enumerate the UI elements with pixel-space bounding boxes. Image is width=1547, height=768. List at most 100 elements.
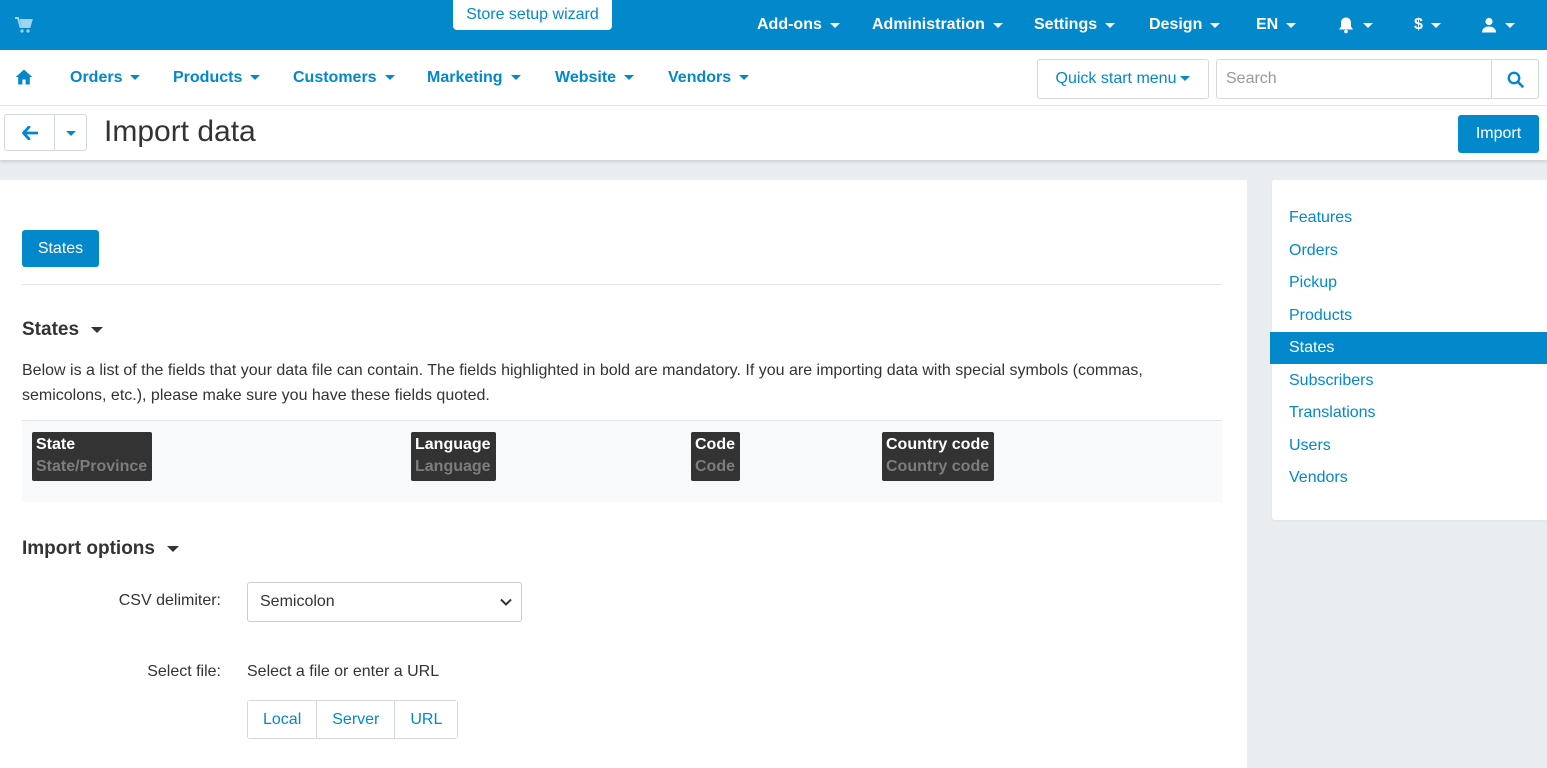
chevron-down-icon bbox=[1210, 22, 1221, 28]
field-alt-name: Code bbox=[695, 458, 735, 475]
chevron-down-icon bbox=[1180, 76, 1191, 82]
field-name: Language bbox=[415, 436, 491, 453]
url-source-button[interactable]: URL bbox=[395, 701, 458, 738]
import-options-toggle[interactable]: Import options bbox=[22, 538, 179, 560]
nav-products-label: Products bbox=[173, 69, 243, 86]
chevron-down-icon bbox=[91, 326, 104, 333]
chevron-down-icon bbox=[624, 75, 635, 81]
field-alt-name: Country code bbox=[886, 458, 990, 475]
field-name: Code bbox=[695, 436, 735, 453]
import-options-title: Import options bbox=[22, 538, 155, 559]
fields-description: Below is a list of the fields that your … bbox=[22, 362, 1143, 404]
field-name: Country code bbox=[886, 436, 990, 453]
csv-delimiter-label: CSV delimiter: bbox=[118, 592, 221, 609]
import-type-sidebar: Features Orders Pickup Products States S… bbox=[1270, 180, 1547, 520]
field-state: State State/Province bbox=[32, 432, 153, 481]
nav-orders[interactable]: Orders bbox=[70, 50, 141, 106]
nav-vendors-label: Vendors bbox=[668, 69, 732, 86]
title-bar: Import data Import bbox=[0, 106, 1547, 160]
sidebar-item-features[interactable]: Features bbox=[1272, 202, 1547, 234]
field-language: Language Language bbox=[411, 432, 496, 481]
back-history-dropdown[interactable] bbox=[54, 114, 87, 151]
chevron-down-icon bbox=[130, 75, 141, 81]
nav-marketing-label: Marketing bbox=[427, 69, 503, 86]
language-menu[interactable]: EN bbox=[1256, 0, 1297, 50]
file-source-group: Local Server URL bbox=[247, 700, 459, 739]
chevron-down-icon bbox=[384, 75, 395, 81]
store-setup-wizard-button[interactable]: Store setup wizard bbox=[453, 0, 612, 30]
csv-delimiter-select[interactable]: Semicolon bbox=[247, 582, 522, 622]
field-alt-name: State/Province bbox=[36, 458, 148, 475]
sidebar-item-products[interactable]: Products bbox=[1272, 300, 1547, 332]
field-alt-name: Language bbox=[415, 458, 491, 475]
design-menu[interactable]: Design bbox=[1149, 0, 1221, 50]
chevron-down-icon bbox=[250, 75, 261, 81]
nav-customers-label: Customers bbox=[293, 69, 377, 86]
sidebar-item-subscribers[interactable]: Subscribers bbox=[1272, 365, 1547, 397]
nav-website-label: Website bbox=[555, 69, 617, 86]
field-country-code: Country code Country code bbox=[882, 432, 995, 481]
search-input[interactable] bbox=[1216, 59, 1492, 99]
chevron-down-icon bbox=[829, 22, 840, 28]
top-bar: Store setup wizard Add-ons Administratio… bbox=[0, 0, 1547, 50]
administration-label: Administration bbox=[872, 16, 985, 33]
page-title: Import data bbox=[104, 115, 256, 148]
quick-start-menu-button[interactable]: Quick start menu bbox=[1037, 59, 1209, 99]
chevron-down-icon bbox=[510, 75, 521, 81]
chevron-down-icon bbox=[1105, 22, 1116, 28]
select-file-label: Select file: bbox=[147, 663, 221, 680]
states-section-toggle[interactable]: States bbox=[22, 319, 104, 341]
sidebar-item-pickup[interactable]: Pickup bbox=[1272, 267, 1547, 299]
chevron-down-icon bbox=[992, 22, 1003, 28]
chevron-down-icon bbox=[1286, 22, 1297, 28]
chevron-down-icon bbox=[1363, 22, 1373, 28]
nav-orders-label: Orders bbox=[70, 69, 123, 86]
cart-icon[interactable] bbox=[14, 15, 34, 35]
nav-website[interactable]: Website bbox=[555, 50, 635, 106]
server-source-button[interactable]: Server bbox=[317, 701, 396, 738]
nav-customers[interactable]: Customers bbox=[293, 50, 395, 106]
chevron-down-icon bbox=[739, 75, 750, 81]
field-name: State bbox=[36, 436, 76, 453]
user-icon bbox=[1482, 17, 1496, 33]
settings-label: Settings bbox=[1034, 16, 1098, 33]
currency-menu[interactable]: $ bbox=[1414, 0, 1441, 50]
states-tab-button[interactable]: States bbox=[22, 230, 99, 267]
sidebar-item-vendors[interactable]: Vendors bbox=[1272, 462, 1547, 494]
home-icon[interactable] bbox=[15, 68, 33, 86]
addons-label: Add-ons bbox=[757, 16, 822, 33]
user-menu[interactable] bbox=[1481, 0, 1515, 50]
back-button[interactable] bbox=[4, 114, 55, 151]
main-panel: States States Below is a list of the fie… bbox=[0, 180, 1247, 768]
currency-label: $ bbox=[1414, 16, 1423, 33]
bell-icon bbox=[1339, 17, 1353, 34]
sidebar-item-users[interactable]: Users bbox=[1272, 430, 1547, 462]
chevron-down-icon bbox=[1505, 22, 1515, 28]
field-code: Code Code bbox=[691, 432, 740, 481]
local-source-button[interactable]: Local bbox=[248, 701, 318, 738]
administration-menu[interactable]: Administration bbox=[872, 0, 1003, 50]
chevron-down-icon bbox=[66, 131, 76, 136]
arrow-left-icon bbox=[22, 126, 38, 140]
import-button[interactable]: Import bbox=[1458, 115, 1539, 153]
quick-start-label: Quick start menu bbox=[1055, 70, 1177, 87]
design-label: Design bbox=[1149, 16, 1203, 33]
fields-list: State State/Province Language Language Cod… bbox=[22, 420, 1222, 502]
csv-delimiter-value: Semicolon bbox=[260, 593, 335, 610]
notifications-menu[interactable] bbox=[1337, 0, 1373, 50]
addons-menu[interactable]: Add-ons bbox=[757, 0, 840, 50]
select-file-hint: Select a file or enter a URL bbox=[247, 663, 440, 680]
chevron-down-icon bbox=[1430, 22, 1441, 28]
nav-products[interactable]: Products bbox=[173, 50, 261, 106]
chevron-down-icon bbox=[500, 598, 512, 606]
nav-marketing[interactable]: Marketing bbox=[427, 50, 521, 106]
search-icon bbox=[1507, 71, 1524, 88]
nav-vendors[interactable]: Vendors bbox=[668, 50, 750, 106]
states-section-title: States bbox=[22, 319, 80, 340]
sidebar-item-translations[interactable]: Translations bbox=[1272, 397, 1547, 429]
sidebar-item-orders[interactable]: Orders bbox=[1272, 235, 1547, 267]
settings-menu[interactable]: Settings bbox=[1034, 0, 1116, 50]
divider bbox=[22, 284, 1222, 285]
sidebar-item-states[interactable]: States bbox=[1270, 332, 1547, 364]
search-button[interactable] bbox=[1491, 59, 1539, 99]
